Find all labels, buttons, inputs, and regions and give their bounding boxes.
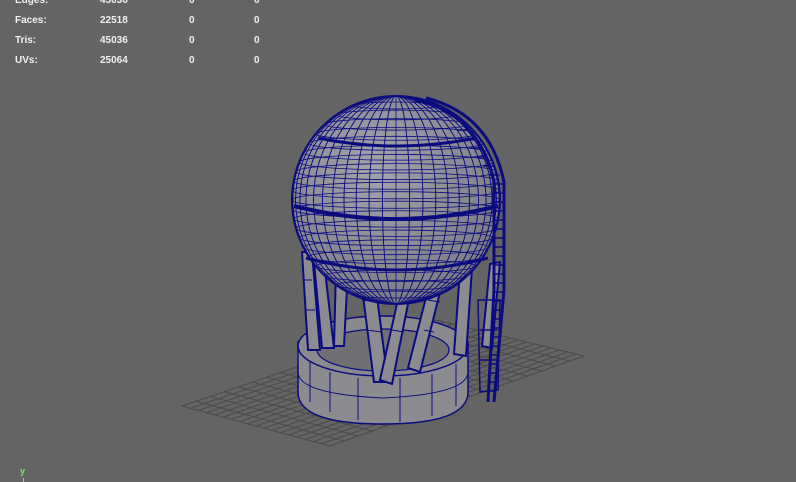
axis-indicator: y (20, 466, 26, 482)
axis-y-line (23, 478, 24, 482)
viewport-3d[interactable]: Edges: 45036 0 0 Faces: 22518 0 0 Tris: … (0, 0, 796, 482)
axis-y-label: y (20, 466, 26, 476)
scene-canvas[interactable] (0, 0, 796, 482)
sphere-tank (291, 95, 501, 305)
